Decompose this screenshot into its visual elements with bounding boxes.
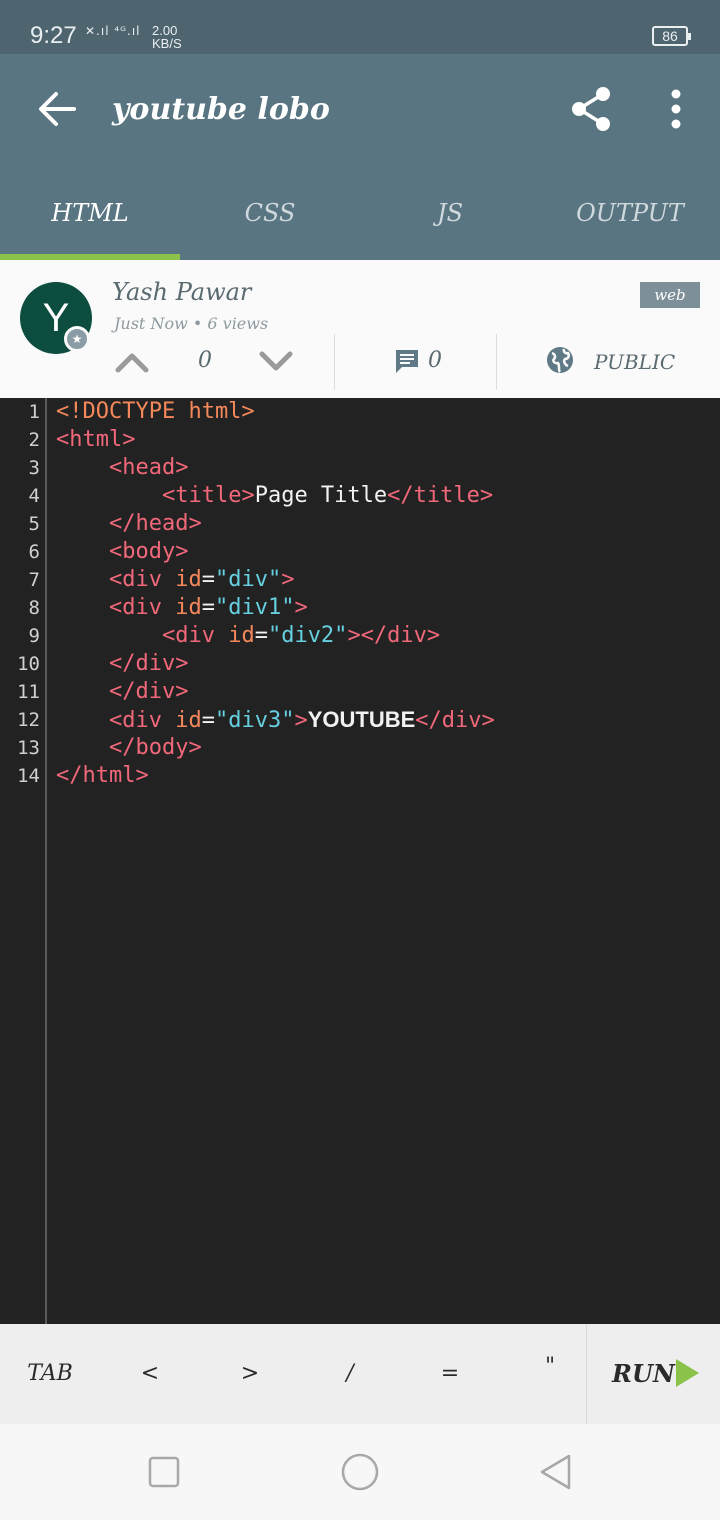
line-number: 9 bbox=[28, 625, 40, 647]
star-badge-icon: ★ bbox=[64, 326, 90, 352]
chevron-up-icon bbox=[115, 353, 149, 373]
status-time: 9:27 bbox=[30, 22, 77, 49]
line-number: 11 bbox=[17, 681, 40, 703]
divider bbox=[334, 334, 335, 390]
divider bbox=[496, 334, 497, 390]
code-area[interactable]: <!DOCTYPE html> <html> <head> <title>Page… bbox=[56, 398, 495, 790]
author-name[interactable]: Yash Pawar bbox=[112, 278, 251, 306]
language-badge: web bbox=[640, 282, 700, 308]
share-icon bbox=[572, 87, 610, 131]
divider bbox=[586, 1324, 587, 1424]
globe-icon bbox=[547, 347, 573, 373]
recent-apps-icon bbox=[148, 1456, 180, 1488]
system-nav-bar bbox=[0, 1424, 720, 1520]
code-line[interactable]: </div> bbox=[56, 650, 495, 678]
code-line[interactable]: <title>Page Title</title> bbox=[56, 482, 495, 510]
network-speed-unit: KB/S bbox=[152, 36, 182, 51]
battery-icon: 86 bbox=[652, 26, 691, 46]
more-options-button[interactable] bbox=[660, 88, 692, 130]
code-line[interactable]: <div id="div2"></div> bbox=[56, 622, 495, 650]
downvote-button[interactable] bbox=[256, 344, 296, 378]
tab-output[interactable]: OUTPUT bbox=[540, 174, 720, 260]
key-less-than[interactable]: < bbox=[100, 1324, 200, 1424]
more-vertical-icon bbox=[671, 89, 681, 129]
line-number: 13 bbox=[17, 737, 40, 759]
signal-icon: ✕.ıl ⁴ᴳ.ıl bbox=[85, 24, 141, 38]
share-button[interactable] bbox=[570, 86, 614, 132]
network-speed: 2.00 KB/S bbox=[152, 24, 182, 50]
key-slash[interactable]: / bbox=[300, 1324, 400, 1424]
code-line[interactable]: <!DOCTYPE html> bbox=[56, 398, 495, 426]
upvote-button[interactable] bbox=[112, 344, 152, 378]
tab-html[interactable]: HTML bbox=[0, 174, 180, 260]
code-line[interactable]: <html> bbox=[56, 426, 495, 454]
code-line[interactable]: </head> bbox=[56, 510, 495, 538]
line-number: 8 bbox=[28, 597, 40, 619]
key-quote[interactable]: " bbox=[500, 1324, 600, 1424]
visibility-button[interactable] bbox=[546, 346, 574, 374]
line-number: 5 bbox=[28, 513, 40, 535]
post-header: Y ★ Yash Pawar Just Now • 6 views web 0 … bbox=[0, 260, 720, 398]
comments-button[interactable] bbox=[394, 348, 420, 374]
key-equals[interactable]: = bbox=[400, 1324, 500, 1424]
back-icon bbox=[540, 1454, 571, 1490]
line-number: 1 bbox=[28, 401, 40, 423]
status-bar: 9:27 ✕.ıl ⁴ᴳ.ıl 2.00 KB/S 86 bbox=[0, 0, 720, 54]
line-number: 12 bbox=[17, 709, 40, 731]
home-button[interactable] bbox=[340, 1452, 380, 1492]
back-button[interactable] bbox=[34, 86, 80, 132]
tab-bar: HTML CSS JS OUTPUT bbox=[0, 174, 720, 260]
comment-icon bbox=[396, 350, 418, 373]
line-number: 2 bbox=[28, 429, 40, 451]
code-line[interactable]: <div id="div"> bbox=[56, 566, 495, 594]
code-line[interactable]: <head> bbox=[56, 454, 495, 482]
comment-count: 0 bbox=[428, 348, 442, 373]
tab-js[interactable]: JS bbox=[360, 174, 540, 260]
symbol-key-bar: TAB < > / = " RUN bbox=[0, 1324, 720, 1424]
back-nav-button[interactable] bbox=[536, 1452, 576, 1492]
code-line[interactable]: </div> bbox=[56, 678, 495, 706]
code-line[interactable]: <body> bbox=[56, 538, 495, 566]
tab-css[interactable]: CSS bbox=[180, 174, 360, 260]
key-greater-than[interactable]: > bbox=[200, 1324, 300, 1424]
recent-apps-button[interactable] bbox=[144, 1452, 184, 1492]
line-numbers: 1 2 3 4 5 6 7 8 9 10 11 12 13 14 bbox=[0, 398, 40, 790]
line-number: 10 bbox=[17, 653, 40, 675]
gutter-divider bbox=[45, 398, 47, 1324]
code-line[interactable]: </body> bbox=[56, 734, 495, 762]
run-button[interactable]: RUN bbox=[600, 1324, 710, 1424]
code-line[interactable]: <div id="div1"> bbox=[56, 594, 495, 622]
home-icon bbox=[341, 1453, 379, 1491]
post-meta: Just Now • 6 views bbox=[114, 314, 269, 333]
run-label: RUN bbox=[612, 1359, 675, 1388]
line-number: 6 bbox=[28, 541, 40, 563]
vote-count: 0 bbox=[198, 348, 212, 373]
code-line[interactable]: </html> bbox=[56, 762, 495, 790]
line-number: 3 bbox=[28, 457, 40, 479]
arrow-left-icon bbox=[39, 92, 76, 126]
chevron-down-icon bbox=[259, 351, 293, 371]
code-editor[interactable]: 1 2 3 4 5 6 7 8 9 10 11 12 13 14 <!DOCTYPE html> <html… bbox=[0, 398, 720, 1324]
app-bar: youtube lobo HTML CSS JS OUTPUT bbox=[0, 54, 720, 260]
play-icon bbox=[676, 1359, 699, 1387]
key-tab[interactable]: TAB bbox=[0, 1324, 100, 1424]
line-number: 7 bbox=[28, 569, 40, 591]
line-number: 14 bbox=[17, 765, 40, 787]
line-number: 4 bbox=[28, 485, 40, 507]
code-line[interactable]: <div id="div3">YOUTUBE</div> bbox=[56, 706, 495, 734]
page-title: youtube lobo bbox=[112, 92, 330, 127]
visibility-label[interactable]: PUBLIC bbox=[594, 350, 675, 374]
